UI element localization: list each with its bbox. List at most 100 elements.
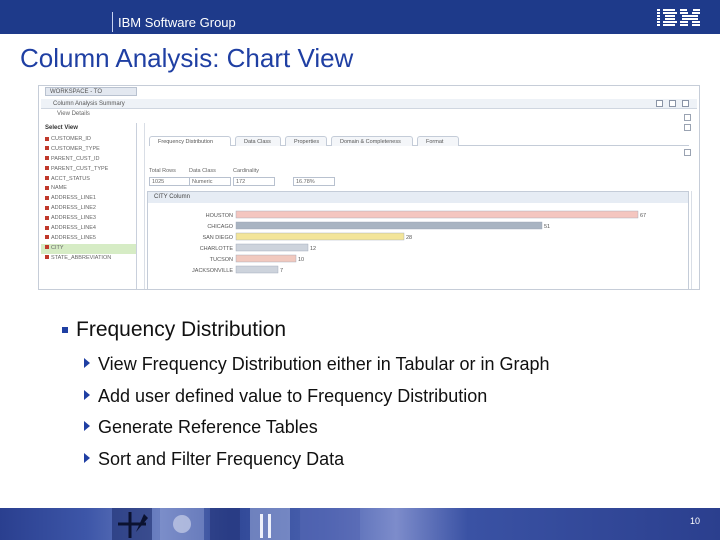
column-icon <box>45 136 49 141</box>
column-name: ACCT_STATUS <box>51 175 90 182</box>
column-name: ADDRESS_LINE2 <box>51 205 96 212</box>
stat-value: 16.78% <box>293 177 335 186</box>
column-list-item[interactable]: ADDRESS_LINE4 <box>41 224 136 234</box>
column-list-item[interactable]: PARENT_CUST_TYPE <box>41 165 136 175</box>
sub-bullet: View Frequency Distribution either in Ta… <box>84 354 550 375</box>
column-icon <box>45 225 49 230</box>
column-icon <box>45 255 49 260</box>
sub-bullet-text: View Frequency Distribution either in Ta… <box>98 354 550 374</box>
analysis-tab-bar: Frequency Distribution Data Class Properti… <box>149 136 689 146</box>
sub-bullet: Generate Reference Tables <box>84 417 318 438</box>
info-icon[interactable] <box>684 114 691 121</box>
column-list-item[interactable]: CUSTOMER_TYPE <box>41 145 136 155</box>
category-label: SAN DIEGO <box>202 235 233 241</box>
column-list-item[interactable]: NAME <box>41 184 136 194</box>
bullet-arrow-icon <box>84 421 90 431</box>
column-icon <box>45 186 49 190</box>
column-name: CUSTOMER_ID <box>51 136 91 142</box>
info-icon[interactable] <box>684 124 691 131</box>
bar[interactable] <box>235 232 405 241</box>
select-view-label: Select View <box>45 125 78 131</box>
bullet-arrow-icon <box>84 358 90 368</box>
chart-frame: CITY Column HOUSTON 67 CHICAGO 51 SAN DIEGO 2… <box>147 191 689 289</box>
footer-photo-strip-icon <box>112 508 360 540</box>
column-list-item[interactable]: ADDRESS_LINE2 <box>41 204 136 214</box>
tab-data-class[interactable]: Data Class <box>235 136 281 146</box>
slide-title: Column Analysis: Chart View <box>20 43 354 73</box>
column-list-item[interactable]: ADDRESS_LINE3 <box>41 214 136 224</box>
info-icon[interactable] <box>684 149 691 156</box>
category-label: TUCSON <box>210 257 233 263</box>
data-label: 12 <box>310 246 316 252</box>
column-name: CITY <box>51 244 64 251</box>
stat-label: Cardinality <box>233 168 259 174</box>
header-divider <box>112 12 113 32</box>
column-icon <box>45 215 49 220</box>
bar[interactable] <box>235 221 543 230</box>
stat-label: Total Rows <box>149 168 176 174</box>
column-name: PARENT_CUST_ID <box>51 155 100 162</box>
bullet-arrow-icon <box>84 453 90 463</box>
stat-value: 172 <box>233 177 275 186</box>
category-label: CHICAGO <box>207 224 233 230</box>
main-bullet: Frequency Distribution <box>62 318 286 342</box>
category-label: CHARLOTTE <box>200 246 234 252</box>
column-name: ADDRESS_LINE5 <box>51 234 96 241</box>
column-icon <box>45 156 49 161</box>
ibm-logo-icon <box>657 9 700 26</box>
column-name: NAME <box>51 185 67 192</box>
header-bar <box>0 0 720 34</box>
column-list-item[interactable]: ACCT_STATUS <box>41 175 136 185</box>
slide: IBM Software Group Column Analysis: Char… <box>0 0 720 540</box>
column-name: ADDRESS_LINE3 <box>51 215 96 222</box>
data-label: 10 <box>298 257 304 263</box>
tab-frequency-distribution[interactable]: Frequency Distribution <box>149 136 231 146</box>
column-icon <box>45 166 49 171</box>
tab-domain-completeness[interactable]: Domain & Completeness <box>331 136 413 146</box>
sub-bullet-text: Add user defined value to Frequency Dist… <box>98 386 488 406</box>
column-name: STATE_ABBREVIATION <box>51 254 112 261</box>
tab-properties[interactable]: Properties <box>285 136 327 146</box>
column-list-item[interactable]: ADDRESS_LINE1 <box>41 194 136 204</box>
sub-bullet-text: Generate Reference Tables <box>98 417 318 437</box>
chart-scrollbar[interactable] <box>691 191 699 289</box>
stat-label: Data Class <box>189 168 216 174</box>
maximize-icon[interactable] <box>669 100 676 107</box>
column-name: PARENT_CUST_TYPE <box>51 165 109 172</box>
data-label: 51 <box>544 224 550 230</box>
column-list-item[interactable]: STATE_ABBREVIATION <box>41 254 136 264</box>
sub-bullet-text: Sort and Filter Frequency Data <box>98 449 345 469</box>
bullet-arrow-icon <box>84 390 90 400</box>
window-title: Column Analysis Summary <box>41 99 697 109</box>
column-icon <box>45 245 49 250</box>
sub-bullet: Add user defined value to Frequency Dist… <box>84 386 487 407</box>
close-icon[interactable] <box>682 100 689 107</box>
panel-scrollbar[interactable] <box>137 123 145 289</box>
column-icon <box>45 146 49 151</box>
tab-format[interactable]: Format <box>417 136 459 146</box>
column-name: ADDRESS_LINE4 <box>51 225 96 232</box>
embedded-screenshot: WORKSPACE - TO Column Analysis Summary V… <box>38 85 700 290</box>
bar[interactable] <box>235 254 297 263</box>
minimize-icon[interactable] <box>656 100 663 107</box>
bar[interactable] <box>235 265 279 274</box>
data-label: 67 <box>640 213 646 219</box>
data-label: 28 <box>406 235 412 241</box>
column-icon <box>45 195 49 200</box>
bar[interactable] <box>235 210 639 219</box>
column-list-item[interactable]: CITY <box>41 243 136 254</box>
frequency-bar-chart: HOUSTON 67 CHICAGO 51 SAN DIEGO 28 CHARLOTTE 12… <box>192 210 646 274</box>
page-number: 10 <box>690 516 701 526</box>
chart-title: CITY Column <box>148 192 688 203</box>
stat-value: 1025 <box>149 177 191 186</box>
column-name: ADDRESS_LINE1 <box>51 195 96 202</box>
column-list-item[interactable]: ADDRESS_LINE5 <box>41 234 136 244</box>
category-label: HOUSTON <box>206 213 233 219</box>
category-label: JACKSONVILLE <box>192 268 233 274</box>
bar[interactable] <box>235 243 309 252</box>
column-list-item[interactable]: CUSTOMER_ID <box>41 135 136 145</box>
workspace-tab[interactable]: WORKSPACE - TO <box>45 87 137 96</box>
column-list-item[interactable]: PARENT_CUST_ID <box>41 155 136 165</box>
data-label: 7 <box>280 268 283 274</box>
group-label: IBM Software Group <box>118 15 236 30</box>
